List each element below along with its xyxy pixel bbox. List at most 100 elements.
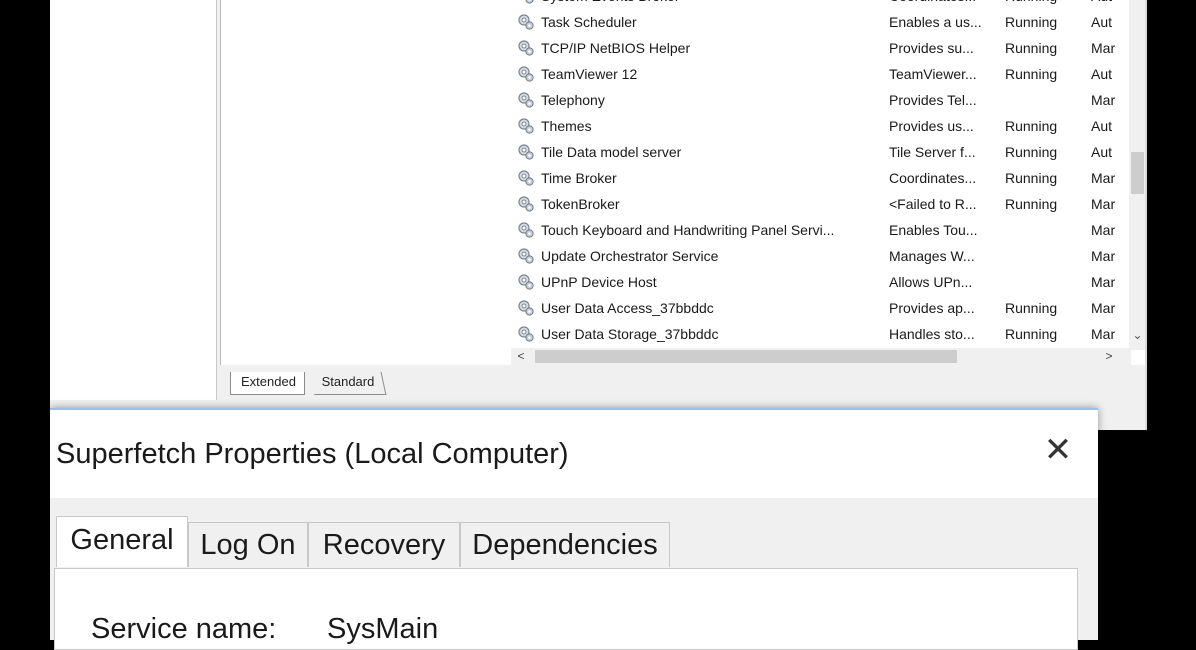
service-row[interactable]: UPnP Device Host Allows UPn... Mar	[511, 269, 1131, 295]
service-status: Running	[1005, 118, 1058, 134]
service-startup-type: Mar	[1091, 300, 1116, 316]
service-gear-icon	[517, 117, 535, 135]
service-name: TCP/IP NetBIOS Helper	[541, 40, 691, 56]
service-gear-icon	[517, 247, 535, 265]
tab-extended[interactable]: Extended	[230, 372, 305, 395]
service-row[interactable]: Update Orchestrator Service Manages W... M…	[511, 243, 1131, 269]
service-name: Telephony	[541, 92, 605, 108]
service-startup-type: Mar	[1091, 92, 1116, 108]
service-description: Coordinates...	[889, 0, 999, 4]
service-status: Running	[1005, 326, 1058, 342]
service-row[interactable]: Touch Keyboard and Handwriting Panel Ser…	[511, 217, 1131, 243]
service-row[interactable]: TCP/IP NetBIOS Helper Provides su... Runni…	[511, 35, 1131, 61]
service-status: Running	[1005, 0, 1085, 4]
service-gear-icon	[517, 13, 535, 31]
service-startup-type: Mar	[1091, 326, 1116, 342]
service-description: Provides su...	[889, 40, 974, 56]
service-name-label: Service name:	[91, 613, 277, 645]
service-row[interactable]: TokenBroker <Failed to R... Running Mar	[511, 191, 1131, 217]
tab-recovery[interactable]: Recovery	[308, 522, 460, 567]
service-description: Enables Tou...	[889, 222, 978, 238]
service-name: Touch Keyboard and Handwriting Panel Ser…	[541, 222, 835, 238]
service-description: Provides Tel...	[889, 92, 977, 108]
service-status: Running	[1005, 170, 1058, 186]
service-description: Allows UPn...	[889, 274, 973, 290]
service-name: UPnP Device Host	[541, 274, 657, 290]
service-name: User Data Access_37bbddc	[541, 300, 714, 316]
service-name: Task Scheduler	[541, 14, 637, 30]
service-name: Tile Data model server	[541, 144, 682, 160]
service-gear-icon	[517, 169, 535, 187]
service-name-value: SysMain	[327, 613, 439, 645]
service-name: Time Broker	[541, 170, 617, 186]
service-startup-type: Mar	[1091, 222, 1116, 238]
service-startup-type: Aut	[1091, 66, 1113, 82]
horizontal-scroll-thumb[interactable]	[535, 350, 957, 363]
vertical-scrollbar[interactable]: ⌄	[1129, 0, 1145, 350]
service-startup-type: Aut	[1091, 14, 1113, 30]
service-startup-type: Mar	[1091, 40, 1116, 56]
service-description: TeamViewer...	[889, 66, 977, 82]
service-gear-icon	[517, 195, 535, 213]
service-startup-type: Aut	[1091, 144, 1113, 160]
service-status: Running	[1005, 40, 1058, 56]
service-row[interactable]: User Data Access_37bbddc Provides ap... Ru…	[511, 295, 1131, 321]
service-status: Running	[1005, 66, 1058, 82]
service-startup-type: Mar	[1091, 248, 1116, 264]
service-row[interactable]: TeamViewer 12 TeamViewer... Running Aut	[511, 61, 1131, 87]
vertical-scroll-thumb[interactable]	[1131, 152, 1144, 194]
service-row[interactable]: System Events Broker Coordinates... Runnin…	[511, 0, 1131, 9]
service-gear-icon	[517, 65, 535, 83]
dialog-tabs: General Log On Recovery Dependencies	[50, 516, 1098, 568]
service-status: Running	[1005, 14, 1058, 30]
close-icon[interactable]: ✕	[1040, 432, 1076, 468]
dialog-title: Superfetch Properties (Local Computer)	[56, 438, 569, 470]
service-gear-icon	[517, 221, 535, 239]
horizontal-scrollbar[interactable]: < >	[511, 348, 1131, 365]
service-gear-icon	[517, 91, 535, 109]
tab-log-on[interactable]: Log On	[188, 522, 308, 567]
service-row[interactable]: Themes Provides us... Running Aut	[511, 113, 1131, 139]
service-gear-icon	[517, 143, 535, 161]
services-main-pane: System Events Broker Coordinates... Runnin…	[220, 0, 1145, 365]
service-gear-icon	[517, 273, 535, 291]
service-name: System Events Broker	[541, 0, 881, 4]
scroll-left-arrow[interactable]: <	[513, 348, 529, 365]
view-tabs: Extended Standard	[220, 366, 1145, 400]
service-row[interactable]: Telephony Provides Tel... Mar	[511, 87, 1131, 113]
service-startup-type: Mar	[1091, 196, 1116, 212]
service-gear-icon	[517, 299, 535, 317]
service-description: Provides us...	[889, 118, 974, 134]
service-gear-icon	[517, 325, 535, 343]
service-row[interactable]: User Data Storage_37bbddc Handles sto... R…	[511, 321, 1131, 347]
service-name: Update Orchestrator Service	[541, 248, 719, 264]
service-description: Handles sto...	[889, 326, 975, 342]
service-status: Running	[1005, 300, 1058, 316]
service-name: TeamViewer 12	[541, 66, 638, 82]
service-description: Coordinates...	[889, 170, 977, 186]
service-startup-type: Aut	[1091, 0, 1131, 4]
service-status: Running	[1005, 196, 1058, 212]
service-description: Tile Server f...	[889, 144, 976, 160]
services-list: System Events Broker Coordinates... Runnin…	[511, 0, 1131, 350]
properties-dialog: Superfetch Properties (Local Computer) ✕…	[50, 408, 1098, 650]
tab-dependencies[interactable]: Dependencies	[460, 522, 670, 567]
tab-standard[interactable]: Standard	[309, 372, 387, 395]
tab-standard-label: Standard	[321, 374, 375, 389]
general-tab-body: Service name: SysMain	[54, 568, 1078, 650]
service-row[interactable]: Tile Data model server Tile Server f... Ru…	[511, 139, 1131, 165]
service-gear-icon	[517, 39, 535, 57]
scroll-down-arrow[interactable]: ⌄	[1129, 326, 1145, 344]
service-status: Running	[1005, 144, 1058, 160]
service-description: Provides ap...	[889, 300, 975, 316]
service-description: Manages W...	[889, 248, 975, 264]
service-startup-type: Mar	[1091, 170, 1116, 186]
dialog-titlebar: Superfetch Properties (Local Computer) ✕	[50, 410, 1098, 498]
extended-description-pane	[221, 0, 509, 365]
service-row[interactable]: Time Broker Coordinates... Running Mar	[511, 165, 1131, 191]
service-startup-type: Mar	[1091, 274, 1116, 290]
scroll-right-arrow[interactable]: >	[1101, 348, 1117, 365]
services-window: System Events Broker Coordinates... Runnin…	[50, 0, 1147, 430]
service-row[interactable]: Task Scheduler Enables a us... Running Aut	[511, 9, 1131, 35]
tab-general[interactable]: General	[56, 516, 188, 567]
